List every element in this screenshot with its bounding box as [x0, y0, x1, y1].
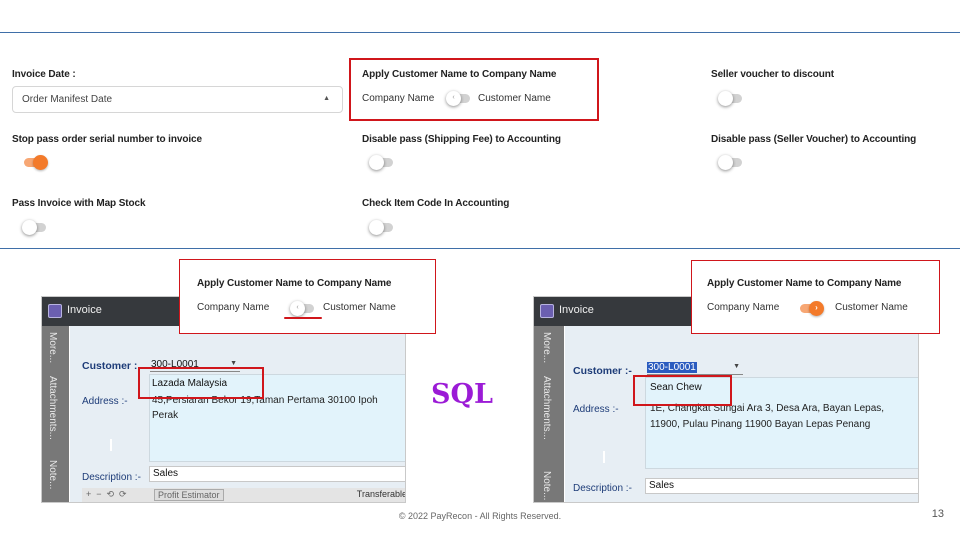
popup-title: Apply Customer Name to Company Name — [197, 278, 392, 289]
caret-up-icon: ▲ — [323, 95, 330, 102]
address-line-2: 11900, Pulau Pinang 11900 Bayan Lepas Pe… — [650, 419, 871, 430]
invoice-date-select[interactable]: Order Manifest Date ▲ — [12, 86, 343, 113]
dropdown-arrow-icon: ▼ — [230, 360, 237, 367]
company-highlight-right — [633, 375, 732, 406]
description-value: Sales — [649, 480, 675, 491]
stop-pass-serial-label: Stop pass order serial number to invoice — [12, 134, 202, 145]
seller-voucher-discount-label: Seller voucher to discount — [711, 69, 834, 80]
setting-popup-left: Apply Customer Name to Company Name Comp… — [179, 259, 436, 334]
description-label: Description :- — [82, 472, 141, 483]
toolbar-icons[interactable]: + − ⟲ ⟳ — [86, 489, 127, 500]
seller-voucher-discount-toggle[interactable] — [718, 91, 742, 106]
side-tabs: More... Attachments... Note... — [534, 326, 564, 502]
popup-toggle-right[interactable]: › — [800, 301, 824, 316]
underline-mark — [284, 317, 322, 319]
customer-label: Customer :- — [573, 365, 632, 377]
invoice-form: Customer :- 300-L0001 ▼ Sean Chew Addres… — [565, 326, 918, 502]
disable-seller-voucher-label: Disable pass (Seller Voucher) to Account… — [711, 134, 917, 145]
description-input[interactable]: Sales — [645, 478, 918, 494]
company-highlight-left — [138, 367, 264, 399]
address-label: Address :- — [82, 396, 128, 407]
check-item-code-label: Check Item Code In Accounting — [362, 198, 510, 209]
customer-code-combo[interactable]: 300-L0001 ▼ — [647, 362, 743, 375]
bottom-divider — [0, 248, 960, 249]
app-icon — [540, 304, 554, 318]
popup-company-name-option: Company Name — [197, 302, 270, 313]
dropdown-arrow-icon: ▼ — [733, 363, 740, 370]
text-cursor — [603, 451, 605, 463]
slide: { "settings": { "invoice_date": { "label… — [0, 0, 960, 540]
text-cursor — [110, 439, 112, 451]
side-tabs: More... Attachments... Note... — [42, 326, 69, 502]
page-number: 13 — [931, 508, 944, 520]
disable-shipping-fee-toggle[interactable] — [369, 155, 393, 170]
popup-company-name-option: Company Name — [707, 302, 780, 313]
popup-title: Apply Customer Name to Company Name — [707, 278, 902, 289]
invoice-date-value: Order Manifest Date — [22, 94, 113, 105]
customer-code: 300-L0001 — [647, 362, 697, 373]
tab-attachments[interactable]: Attachments... — [541, 376, 552, 440]
stop-pass-serial-toggle[interactable] — [24, 155, 48, 170]
address-label: Address :- — [573, 404, 619, 415]
profit-estimator-button[interactable]: Profit Estimator — [154, 489, 224, 501]
tab-note[interactable]: Note... — [47, 460, 58, 489]
customer-label: Customer : — [82, 360, 138, 372]
popup-customer-name-option: Customer Name — [323, 302, 396, 313]
disable-shipping-fee-label: Disable pass (Shipping Fee) to Accountin… — [362, 134, 561, 145]
address-line-2: Perak — [152, 410, 179, 421]
tab-attachments[interactable]: Attachments... — [47, 376, 58, 440]
disable-seller-voucher-toggle[interactable] — [718, 155, 742, 170]
tab-note[interactable]: Note... — [541, 471, 552, 500]
description-value: Sales — [153, 468, 179, 479]
pass-invoice-map-stock-label: Pass Invoice with Map Stock — [12, 198, 146, 209]
description-label: Description :- — [573, 483, 632, 494]
window-title: Invoice — [67, 304, 102, 316]
check-item-code-toggle[interactable] — [369, 220, 393, 235]
copyright-footer: © 2022 PayRecon - All Rights Reserved. — [398, 511, 562, 521]
app-icon — [48, 304, 62, 318]
invoice-date-label: Invoice Date : — [12, 69, 76, 80]
window-title: Invoice — [559, 304, 594, 316]
invoice-form: Customer : 300-L0001 ▼ Lazada Malaysia A… — [70, 326, 405, 502]
tab-more[interactable]: More... — [47, 332, 58, 363]
tab-more[interactable]: More... — [541, 332, 552, 363]
highlight-box — [349, 58, 599, 121]
toolbar-strip: + − ⟲ ⟳ Profit Estimator Transferable — [82, 488, 406, 502]
popup-toggle-left[interactable]: ‹ — [290, 301, 314, 316]
transferable-label: Transferable — [356, 489, 406, 499]
pass-invoice-map-stock-toggle[interactable] — [22, 220, 46, 235]
description-input[interactable]: Sales — [149, 466, 405, 482]
sql-label: SQL — [431, 379, 494, 410]
top-divider — [0, 32, 960, 33]
popup-customer-name-option: Customer Name — [835, 302, 908, 313]
setting-popup-right: Apply Customer Name to Company Name Comp… — [691, 260, 940, 334]
